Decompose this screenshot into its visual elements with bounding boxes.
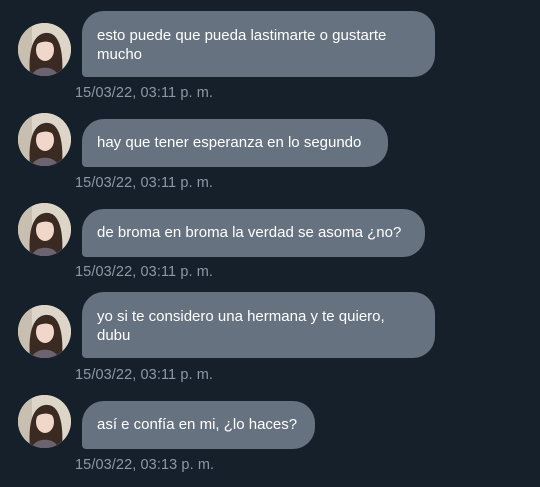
- avatar-photo-icon: [18, 395, 71, 448]
- sender-avatar[interactable]: [18, 23, 71, 76]
- sender-avatar[interactable]: [18, 305, 71, 358]
- sender-avatar[interactable]: [18, 203, 71, 256]
- avatar-photo-icon: [18, 203, 71, 256]
- sender-avatar[interactable]: [18, 113, 71, 166]
- message-bubble[interactable]: hay que tener esperanza en lo segundo: [82, 119, 388, 167]
- message-timestamp: 15/03/22, 03:11 p. m.: [75, 85, 214, 101]
- message-timestamp: 15/03/22, 03:11 p. m.: [75, 175, 214, 191]
- message-bubble[interactable]: de broma en broma la verdad se asoma ¿no…: [82, 209, 425, 257]
- avatar-photo-icon: [18, 113, 71, 166]
- sender-avatar[interactable]: [18, 395, 71, 448]
- message-bubble[interactable]: esto puede que pueda lastimarte o gustar…: [82, 11, 435, 77]
- message-thread: esto puede que pueda lastimarte o gustar…: [0, 0, 540, 487]
- avatar-photo-icon: [18, 305, 71, 358]
- message-timestamp: 15/03/22, 03:11 p. m.: [75, 264, 214, 280]
- message-bubble[interactable]: así e confía en mi, ¿lo haces?: [82, 401, 315, 449]
- message-timestamp: 15/03/22, 03:11 p. m.: [75, 367, 214, 383]
- message-bubble[interactable]: yo si te considero una hermana y te quie…: [82, 292, 435, 358]
- message-timestamp: 15/03/22, 03:13 p. m.: [75, 457, 215, 473]
- avatar-photo-icon: [18, 23, 71, 76]
